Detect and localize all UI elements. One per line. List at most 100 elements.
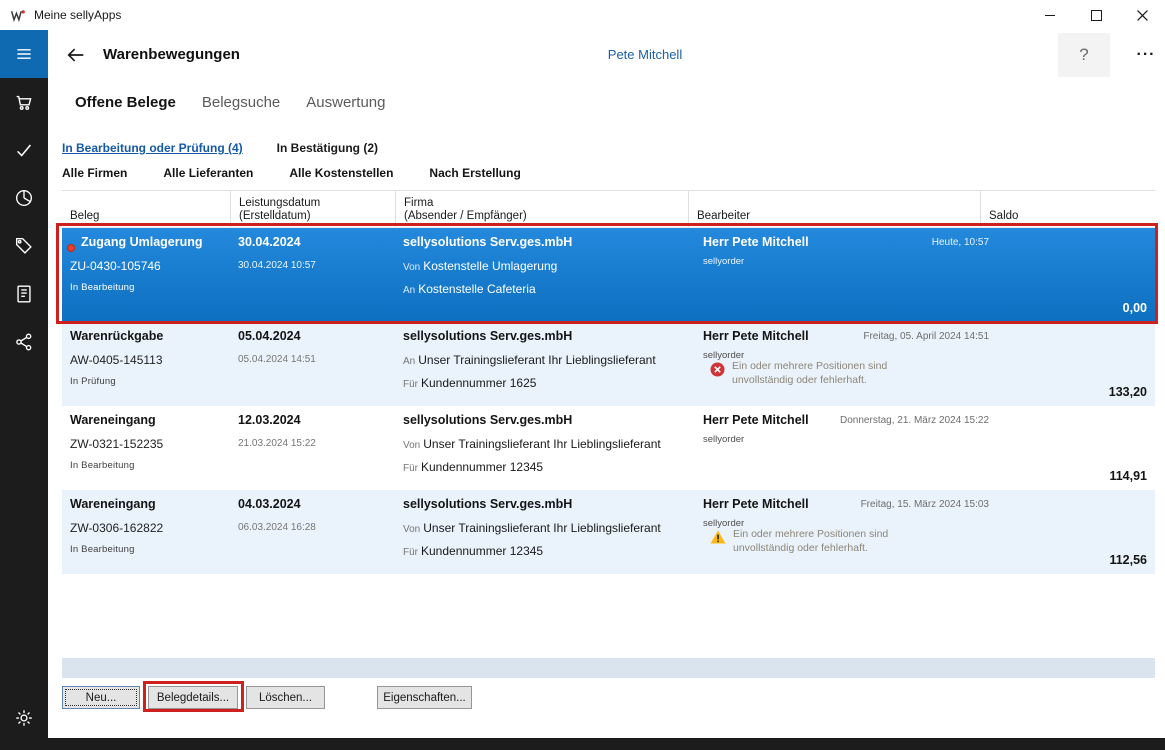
bottom-bar — [0, 738, 1165, 750]
sidebar-item-documents[interactable] — [0, 270, 48, 318]
edited-timestamp: Freitag, 05. April 2024 14:51 — [863, 331, 989, 342]
document-list: Beleg Leistungsdatum (Erstelldatum) Firma… — [62, 190, 1155, 678]
tag-icon — [15, 237, 32, 254]
sidebar-item-tags[interactable] — [0, 222, 48, 270]
filter-alle-lieferanten[interactable]: Alle Lieferanten — [163, 166, 253, 180]
close-icon — [1136, 9, 1148, 21]
filter-alle-firmen[interactable]: Alle Firmen — [62, 166, 127, 180]
back-button[interactable] — [62, 41, 90, 69]
created-date: 05.04.2024 14:51 — [238, 354, 316, 365]
company-name: sellysolutions Serv.ges.mbH — [403, 235, 573, 249]
created-date: 30.04.2024 10:57 — [238, 260, 316, 271]
list-footer-strip[interactable] — [62, 658, 1155, 678]
alert-text: Ein oder mehrere Positionen sind unvollst… — [733, 528, 889, 554]
user-name[interactable]: Pete Mitchell — [445, 47, 845, 62]
filter-nach-erstellung[interactable]: Nach Erstellung — [429, 166, 520, 180]
filter-alle-kostenstellen[interactable]: Alle Kostenstellen — [289, 166, 393, 180]
company-line2: Von Unser Trainingslieferant Ihr Liebling… — [403, 521, 661, 535]
created-date: 06.03.2024 16:28 — [238, 522, 316, 533]
saldo-value: 112,56 — [1109, 553, 1147, 567]
back-arrow-icon — [67, 48, 84, 62]
edited-timestamp: Freitag, 15. März 2024 15:03 — [860, 499, 989, 510]
editor-app: sellyorder — [703, 434, 745, 445]
maximize-button[interactable] — [1073, 0, 1119, 30]
created-date: 21.03.2024 15:22 — [238, 438, 316, 449]
empty-row — [62, 574, 1155, 658]
company-line3: Für Kundennummer 12345 — [403, 460, 544, 474]
doc-status: In Bearbeitung — [70, 460, 135, 471]
neu-button[interactable]: Neu... — [62, 686, 140, 709]
column-header-leistungsdatum[interactable]: Leistungsdatum (Erstelldatum) — [230, 191, 395, 227]
loeschen-button[interactable]: Löschen... — [246, 686, 325, 709]
sidebar-item-tasks[interactable] — [0, 126, 48, 174]
company-name: sellysolutions Serv.ges.mbH — [403, 413, 573, 427]
doc-number: AW-0405-145113 — [70, 353, 163, 367]
maximize-icon — [1090, 9, 1102, 21]
edited-timestamp: Heute, 10:57 — [931, 237, 989, 248]
saldo-value: 133,20 — [1108, 385, 1147, 399]
belegdetails-button[interactable]: Belegdetails... — [148, 686, 238, 709]
doc-type: Zugang Umlagerung — [81, 235, 203, 249]
service-date: 30.04.2024 — [238, 235, 301, 249]
share-network-icon — [16, 333, 32, 351]
company-line3: Für Kundennummer 12345 — [403, 544, 544, 558]
settings-button[interactable] — [0, 698, 48, 738]
column-header-bearbeiter[interactable]: Bearbeiter — [688, 191, 980, 227]
page-title: Warenbewegungen — [103, 46, 240, 63]
sidebar-item-statistics[interactable] — [0, 174, 48, 222]
close-button[interactable] — [1119, 0, 1165, 30]
doc-status: In Prüfung — [70, 376, 116, 387]
company-name: sellysolutions Serv.ges.mbH — [403, 497, 573, 511]
doc-type: Warenrückgabe — [70, 329, 164, 343]
hamburger-menu-button[interactable] — [0, 30, 48, 78]
service-date: 05.04.2024 — [238, 329, 301, 343]
company-line3: An Kostenstelle Cafeteria — [403, 282, 536, 296]
doc-number: ZW-0321-152235 — [70, 437, 164, 451]
minimize-button[interactable] — [1027, 0, 1073, 30]
table-row[interactable]: Warenrückgabe AW-0405-145113 In Prüfung … — [62, 322, 1155, 406]
doc-status: In Bearbeitung — [70, 282, 135, 293]
notebook-icon — [17, 285, 31, 303]
gear-icon — [16, 710, 32, 726]
saldo-value: 114,91 — [1109, 469, 1147, 483]
doc-status: In Bearbeitung — [70, 544, 135, 555]
window-controls — [1027, 0, 1165, 30]
table-row[interactable]: Zugang Umlagerung ZU-0430-105746 In Bear… — [62, 228, 1155, 322]
sidebar-item-cart[interactable] — [0, 78, 48, 126]
checkmark-icon — [17, 144, 32, 157]
more-button[interactable]: ··· — [1126, 38, 1165, 72]
row-alert: Ein oder mehrere Positionen sind unvollst… — [710, 359, 887, 387]
tab-auswertung[interactable]: Auswertung — [306, 94, 385, 111]
tab-bar: Offene Belege Belegsuche Auswertung — [75, 94, 386, 111]
app-icon — [9, 7, 26, 24]
ellipsis-icon: ··· — [1136, 46, 1156, 63]
tab-offene-belege[interactable]: Offene Belege — [75, 94, 176, 111]
table-row[interactable]: Wareneingang ZW-0306-162822 In Bearbeitu… — [62, 490, 1155, 574]
error-icon — [710, 362, 725, 387]
company-line3: Für Kundennummer 1625 — [403, 376, 537, 390]
company-line2: Von Unser Trainingslieferant Ihr Liebling… — [403, 437, 661, 451]
editor-name: Herr Pete Mitchell — [703, 329, 809, 343]
help-icon: ? — [1079, 45, 1089, 64]
dimension-filter-bar: Alle Firmen Alle Lieferanten Alle Kosten… — [62, 166, 521, 180]
filter-in-bestaetigung[interactable]: In Bestätigung (2) — [277, 141, 378, 155]
minimize-icon — [1045, 14, 1055, 16]
sidebar-item-share[interactable] — [0, 318, 48, 366]
tab-belegsuche[interactable]: Belegsuche — [202, 94, 280, 111]
pie-chart-icon — [15, 189, 33, 207]
column-header-saldo[interactable]: Saldo — [980, 191, 1155, 227]
company-line2: Von Kostenstelle Umlagerung — [403, 259, 558, 273]
column-header-firma[interactable]: Firma (Absender / Empfänger) — [395, 191, 688, 227]
sidebar — [0, 30, 48, 750]
company-line2: An Unser Trainingslieferant Ihr Lieblings… — [403, 353, 656, 367]
hamburger-icon — [17, 49, 31, 59]
help-button[interactable]: ? — [1058, 33, 1110, 77]
column-header-beleg[interactable]: Beleg — [62, 191, 230, 227]
doc-number: ZW-0306-162822 — [70, 521, 164, 535]
editor-name: Herr Pete Mitchell — [703, 497, 809, 511]
filter-in-bearbeitung[interactable]: In Bearbeitung oder Prüfung (4) — [62, 141, 243, 155]
table-row[interactable]: Wareneingang ZW-0321-152235 In Bearbeitu… — [62, 406, 1155, 490]
eigenschaften-button[interactable]: Eigenschaften... — [377, 686, 472, 709]
main-content: Warenbewegungen Pete Mitchell ? ··· Offe… — [48, 30, 1165, 738]
window-title: Meine sellyApps — [34, 8, 122, 22]
